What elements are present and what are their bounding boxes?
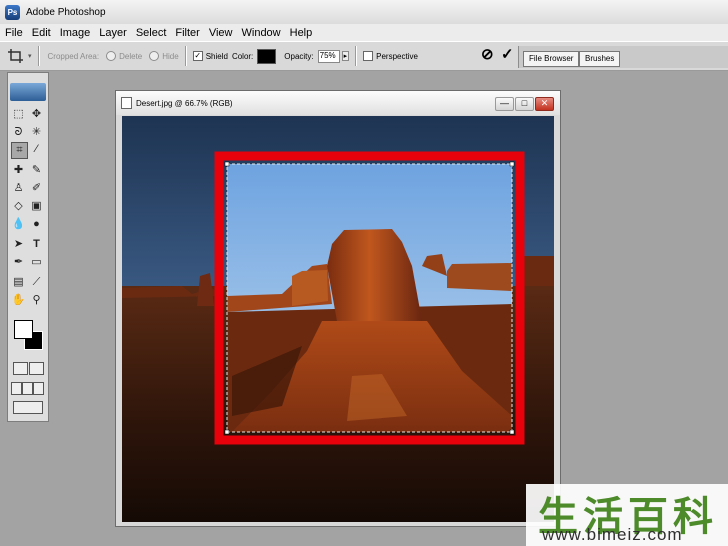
document-icon xyxy=(121,97,132,109)
maximize-button[interactable]: □ xyxy=(515,97,534,111)
menu-layer[interactable]: Layer xyxy=(99,27,127,39)
cropped-area-label: Cropped Area: xyxy=(47,51,100,61)
cancel-icon[interactable]: ⊘ xyxy=(481,45,494,63)
jump-to-imageready-icon[interactable] xyxy=(13,401,43,414)
image-canvas[interactable] xyxy=(122,116,554,522)
shield-checkbox[interactable]: ✓ Shield xyxy=(192,51,228,61)
move-tool-icon[interactable]: ✥ xyxy=(29,107,44,122)
path-select-tool-icon[interactable]: ➤ xyxy=(11,237,26,252)
delete-radio[interactable]: Delete xyxy=(106,51,142,61)
close-button[interactable]: ✕ xyxy=(535,97,554,111)
radio-icon xyxy=(149,51,160,61)
screen-mode-full-icon[interactable] xyxy=(33,382,44,395)
color-label: Color: xyxy=(231,51,254,61)
eyedropper-tool-icon[interactable]: ⟋ xyxy=(29,275,44,290)
document-window: Desert.jpg @ 66.7% (RGB) — □ ✕ xyxy=(115,90,561,527)
perspective-checkbox[interactable]: Perspective xyxy=(363,51,418,61)
opacity-arrow-icon[interactable]: ▸ xyxy=(341,51,350,61)
tab-file-browser[interactable]: File Browser xyxy=(523,51,580,67)
radio-icon xyxy=(106,51,117,61)
menu-bar: File Edit Image Layer Select Filter View… xyxy=(0,24,728,41)
standard-mode-icon[interactable] xyxy=(13,362,28,375)
toolbox: ⬚ ✥ ᘐ ✳ ⌗ ⁄ ✚ ✎ ♙ ✐ ◇ ▣ 💧 ● ➤ T ✒ ▭ ▤ ⟋ … xyxy=(7,72,49,422)
divider xyxy=(184,46,187,66)
lasso-tool-icon[interactable]: ᘐ xyxy=(11,125,26,140)
watermark-url: www.bimeiz.com xyxy=(542,525,683,544)
menu-select[interactable]: Select xyxy=(136,27,167,39)
perspective-label: Perspective xyxy=(376,51,418,61)
crop-tool-icon[interactable]: ⌗ xyxy=(11,142,28,159)
gradient-tool-icon[interactable]: ▣ xyxy=(29,199,44,214)
divider xyxy=(355,46,358,66)
watermark: 生活百科 www.bimeiz.com xyxy=(526,484,728,546)
hide-radio[interactable]: Hide xyxy=(149,51,179,61)
menu-filter[interactable]: Filter xyxy=(175,27,199,39)
screen-mode-menubar-icon[interactable] xyxy=(22,382,33,395)
checkmark-icon: ✓ xyxy=(192,51,203,61)
photoshop-app-icon: Ps xyxy=(5,4,20,20)
window-title: Adobe Photoshop xyxy=(26,6,106,18)
pen-tool-icon[interactable]: ✒ xyxy=(11,255,26,270)
menu-view[interactable]: View xyxy=(209,27,233,39)
photoshop-eye-icon[interactable] xyxy=(10,83,46,101)
window-titlebar: Ps Adobe Photoshop xyxy=(0,0,728,25)
zoom-tool-icon[interactable]: ⚲ xyxy=(29,293,44,308)
opacity-field[interactable]: 75% xyxy=(317,49,340,63)
dodge-tool-icon[interactable]: ● xyxy=(29,217,44,232)
shield-label: Shield xyxy=(205,51,228,61)
commit-icon[interactable]: ✓ xyxy=(501,45,514,63)
stamp-tool-icon[interactable]: ♙ xyxy=(11,181,26,196)
marquee-tool-icon[interactable]: ⬚ xyxy=(11,107,26,122)
shape-tool-icon[interactable]: ▭ xyxy=(29,255,44,270)
menu-window[interactable]: Window xyxy=(242,27,281,39)
hide-label: Hide xyxy=(162,51,179,61)
delete-label: Delete xyxy=(119,51,143,61)
chevron-down-icon[interactable]: ▾ xyxy=(28,52,32,60)
magic-wand-tool-icon[interactable]: ✳ xyxy=(29,125,44,140)
menu-image[interactable]: Image xyxy=(60,27,91,39)
foreground-color-swatch[interactable] xyxy=(14,320,33,339)
palette-well: File Browser Brushes xyxy=(518,46,728,68)
notes-tool-icon[interactable]: ▤ xyxy=(11,275,26,290)
blur-tool-icon[interactable]: 💧 xyxy=(11,217,26,232)
menu-file[interactable]: File xyxy=(5,27,23,39)
document-titlebar[interactable]: Desert.jpg @ 66.7% (RGB) — □ ✕ xyxy=(116,91,560,115)
menu-edit[interactable]: Edit xyxy=(32,27,51,39)
eraser-tool-icon[interactable]: ◇ xyxy=(11,199,26,214)
screen-mode-standard-icon[interactable] xyxy=(11,382,22,395)
menu-help[interactable]: Help xyxy=(290,27,313,39)
tab-brushes[interactable]: Brushes xyxy=(579,51,621,67)
type-tool-icon[interactable]: T xyxy=(29,237,44,252)
desert-photo xyxy=(122,116,554,522)
history-brush-tool-icon[interactable]: ✐ xyxy=(29,181,44,196)
minimize-button[interactable]: — xyxy=(495,97,514,111)
brush-tool-icon[interactable]: ✎ xyxy=(29,163,44,178)
healing-tool-icon[interactable]: ✚ xyxy=(11,163,26,178)
shield-color-swatch[interactable] xyxy=(257,48,277,64)
crop-tool-preset-icon[interactable] xyxy=(6,47,28,65)
checkbox-icon xyxy=(363,51,374,61)
slice-tool-icon[interactable]: ⁄ xyxy=(29,142,44,157)
divider xyxy=(37,46,40,66)
quick-mask-mode-icon[interactable] xyxy=(29,362,44,375)
hand-tool-icon[interactable]: ✋ xyxy=(11,293,26,308)
document-title: Desert.jpg @ 66.7% (RGB) xyxy=(136,98,233,108)
opacity-label: Opacity: xyxy=(284,51,314,61)
